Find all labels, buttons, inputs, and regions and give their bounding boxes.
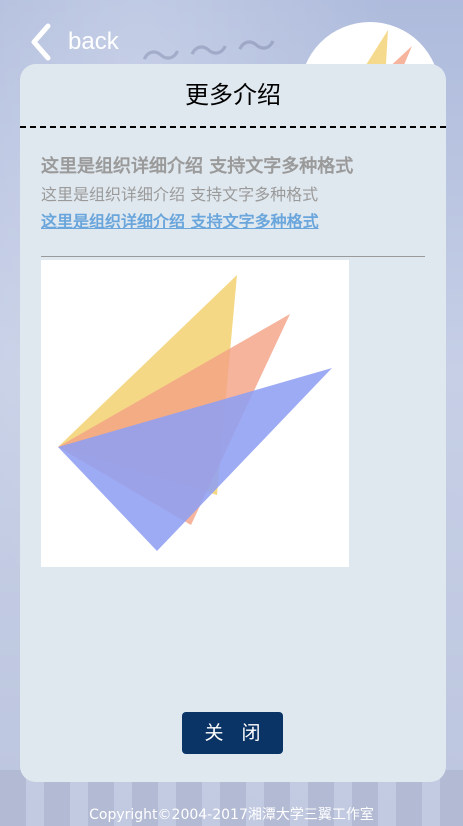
intro-card: 更多介绍 这里是组织详细介绍 支持文字多种格式 这里是组织详细介绍 支持文字多种… [20, 64, 446, 782]
copyright-footer: Copyright©2004-2017湘潭大学三翼工作室 [89, 807, 374, 823]
intro-bold-text: 这里是组织详细介绍 支持文字多种格式 [41, 156, 354, 177]
header: back [0, 0, 463, 162]
back-label: back [68, 28, 119, 55]
title-divider [20, 126, 446, 128]
triangles-logo-image [58, 275, 332, 551]
content-divider [41, 256, 425, 257]
intro-link[interactable]: 这里是组织详细介绍 支持文字多种格式 [41, 208, 319, 232]
close-button[interactable]: 关 闭 [182, 712, 283, 754]
intro-image [41, 260, 349, 567]
intro-plain-text: 这里是组织详细介绍 支持文字多种格式 [41, 185, 319, 204]
card-title: 更多介绍 [185, 81, 281, 109]
chevron-left-icon [31, 23, 51, 61]
back-button[interactable]: back [26, 22, 119, 62]
